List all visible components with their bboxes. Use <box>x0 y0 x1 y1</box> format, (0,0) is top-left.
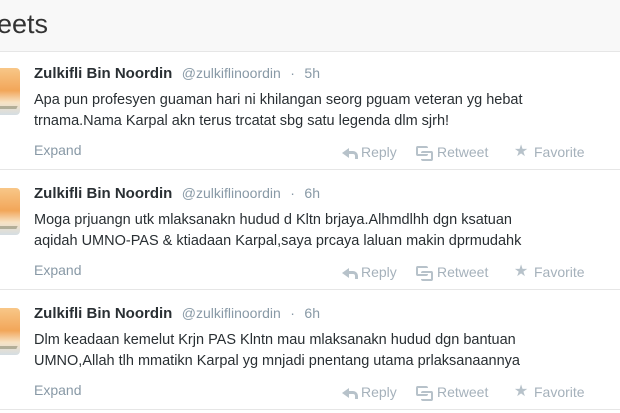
username[interactable]: @zulkiflinoordin <box>182 65 281 81</box>
retweet-icon <box>416 265 433 281</box>
tweet-text: Dlm keadaan kemelut Krjn PAS Klntn mau m… <box>34 330 620 372</box>
tweet-text-line: aqidah UMNO-PAS & ktiadaan Karpal,saya p… <box>34 233 522 249</box>
profile-avatar[interactable] <box>0 308 20 355</box>
timestamp-separator: · <box>290 305 295 321</box>
favorite-label: Favorite <box>534 384 585 400</box>
tweet-actions: Expand Reply Retweet Favorite <box>34 382 620 402</box>
tweet-actions: Expand Reply Retweet Favorite <box>34 142 620 162</box>
favorite-label: Favorite <box>534 144 585 160</box>
tweet-text-line: trnama.Nama Karpal akn terus trcatat sbg… <box>34 113 450 129</box>
favorite-button[interactable]: Favorite <box>513 262 585 282</box>
expand-link[interactable]: Expand <box>34 382 81 398</box>
reply-button[interactable]: Reply <box>340 262 397 282</box>
reply-button[interactable]: Reply <box>340 382 397 402</box>
tweet-text-line: Dlm keadaan kemelut Krjn PAS Klntn mau m… <box>34 332 516 348</box>
tweet-text-line: UMNO,Allah tlh mmatikn Karpal yg mnjadi … <box>34 353 520 369</box>
retweet-icon <box>416 145 433 161</box>
tweet-header: Zulkifli Bin Noordin @zulkiflinoordin · … <box>34 185 320 209</box>
favorite-button[interactable]: Favorite <box>513 142 585 162</box>
tweet-card[interactable]: Zulkifli Bin Noordin @zulkiflinoordin · … <box>0 292 620 410</box>
profile-avatar[interactable] <box>0 68 20 115</box>
favorite-button[interactable]: Favorite <box>513 382 585 402</box>
display-name[interactable]: Zulkifli Bin Noordin <box>34 185 172 202</box>
page-title: eets <box>0 9 49 39</box>
star-icon <box>513 145 529 159</box>
tweet-text: Apa pun profesyen guaman hari ni khilang… <box>34 90 620 132</box>
timestamp-separator: · <box>290 185 295 201</box>
username[interactable]: @zulkiflinoordin <box>182 185 281 201</box>
favorite-label: Favorite <box>534 264 585 280</box>
reply-label: Reply <box>361 264 397 280</box>
tweet-text-line: Moga prjuangn utk mlaksanakn hudud d Klt… <box>34 212 512 228</box>
username[interactable]: @zulkiflinoordin <box>182 305 281 321</box>
reply-label: Reply <box>361 384 397 400</box>
star-icon <box>513 265 529 279</box>
tweet-timestamp[interactable]: 5h <box>304 65 320 81</box>
reply-label: Reply <box>361 144 397 160</box>
expand-link[interactable]: Expand <box>34 262 81 278</box>
reply-icon <box>340 385 358 399</box>
tweet-card[interactable]: Zulkifli Bin Noordin @zulkiflinoordin · … <box>0 52 620 170</box>
retweet-label: Retweet <box>437 384 489 400</box>
tweet-timestamp[interactable]: 6h <box>304 305 320 321</box>
reply-icon <box>340 145 358 159</box>
timeline-header: eets <box>0 0 620 52</box>
tweet-text: Moga prjuangn utk mlaksanakn hudud d Klt… <box>34 210 620 252</box>
tweet-actions: Expand Reply Retweet Favorite <box>34 262 620 282</box>
tweet-header: Zulkifli Bin Noordin @zulkiflinoordin · … <box>34 65 320 89</box>
retweet-label: Retweet <box>437 264 489 280</box>
tweet-header: Zulkifli Bin Noordin @zulkiflinoordin · … <box>34 305 320 329</box>
star-icon <box>513 385 529 399</box>
tweet-timestamp[interactable]: 6h <box>304 185 320 201</box>
reply-button[interactable]: Reply <box>340 142 397 162</box>
retweet-label: Retweet <box>437 144 489 160</box>
tweet-text-line: Apa pun profesyen guaman hari ni khilang… <box>34 92 523 108</box>
tweet-card[interactable]: Zulkifli Bin Noordin @zulkiflinoordin · … <box>0 172 620 290</box>
profile-avatar[interactable] <box>0 188 20 235</box>
expand-link[interactable]: Expand <box>34 142 81 158</box>
retweet-icon <box>416 385 433 401</box>
reply-icon <box>340 265 358 279</box>
retweet-button[interactable]: Retweet <box>416 382 488 402</box>
timestamp-separator: · <box>290 65 295 81</box>
retweet-button[interactable]: Retweet <box>416 142 488 162</box>
display-name[interactable]: Zulkifli Bin Noordin <box>34 305 172 322</box>
retweet-button[interactable]: Retweet <box>416 262 488 282</box>
display-name[interactable]: Zulkifli Bin Noordin <box>34 65 172 82</box>
